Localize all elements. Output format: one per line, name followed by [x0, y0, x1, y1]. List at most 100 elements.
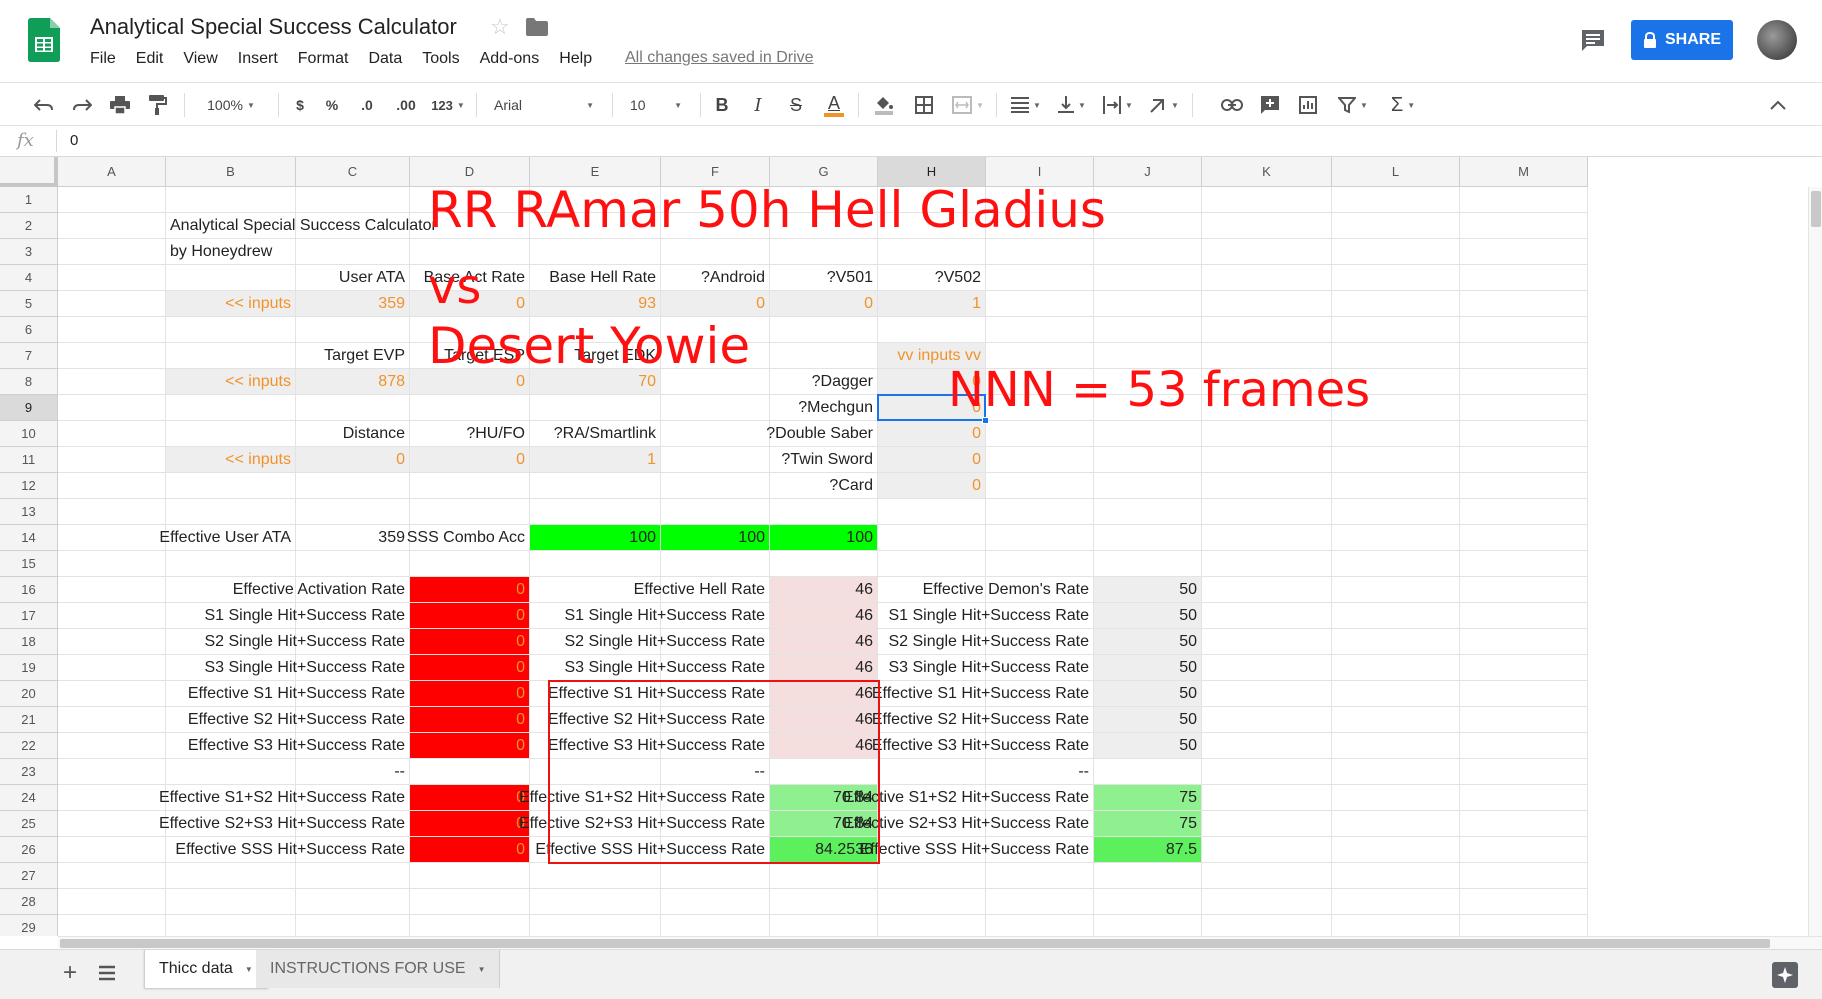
- grid-cell[interactable]: [1332, 785, 1460, 811]
- grid-cell[interactable]: [1094, 551, 1202, 577]
- cell-g5[interactable]: 0: [770, 291, 878, 317]
- grid-cell[interactable]: [986, 473, 1094, 499]
- cell-g16[interactable]: 46: [770, 577, 878, 603]
- grid-cell[interactable]: [661, 499, 770, 525]
- grid-cell[interactable]: [1202, 187, 1332, 213]
- cell-j18[interactable]: 50: [1094, 629, 1202, 655]
- cell-d24[interactable]: 0: [410, 785, 530, 811]
- grid-cell[interactable]: [1332, 213, 1460, 239]
- merge-cells-icon[interactable]: ▼: [948, 83, 988, 127]
- bold-button[interactable]: B: [708, 83, 736, 127]
- grid-cell[interactable]: [58, 473, 166, 499]
- cell-j17[interactable]: 50: [1094, 603, 1202, 629]
- grid-cell[interactable]: [1094, 421, 1202, 447]
- vertical-align-icon[interactable]: ▼: [1052, 83, 1092, 127]
- grid-cell[interactable]: [1202, 499, 1332, 525]
- percent-format-button[interactable]: %: [318, 83, 346, 127]
- grid-cell[interactable]: [1460, 265, 1588, 291]
- more-formats-button[interactable]: 123 ▼: [428, 83, 468, 127]
- grid-cell[interactable]: [166, 915, 296, 936]
- grid-cell[interactable]: [1332, 733, 1460, 759]
- grid-cell[interactable]: [1460, 603, 1588, 629]
- grid-cell[interactable]: [1332, 889, 1460, 915]
- cell-g9[interactable]: Mechgun?: [770, 395, 878, 421]
- grid-cell[interactable]: [58, 603, 166, 629]
- row-header-9[interactable]: 9: [0, 395, 58, 421]
- cell-g17[interactable]: 46: [770, 603, 878, 629]
- zoom-select[interactable]: 100% ▼: [196, 83, 266, 127]
- grid-cell[interactable]: [1332, 499, 1460, 525]
- horizontal-scroll-thumb[interactable]: [60, 939, 1770, 948]
- column-header-c[interactable]: C: [296, 157, 410, 187]
- menu-file[interactable]: File: [90, 50, 116, 70]
- grid-cell[interactable]: [770, 499, 878, 525]
- grid-cell[interactable]: [58, 369, 166, 395]
- formula-input[interactable]: 0: [70, 132, 78, 149]
- grid-cell[interactable]: [986, 265, 1094, 291]
- grid-cell[interactable]: [1202, 863, 1332, 889]
- grid-cell[interactable]: [1202, 525, 1332, 551]
- row-header-7[interactable]: 7: [0, 343, 58, 369]
- increase-decimal-button[interactable]: .00: [388, 83, 424, 127]
- grid-cell[interactable]: [1332, 239, 1460, 265]
- grid-cell[interactable]: [1460, 681, 1588, 707]
- column-header-l[interactable]: L: [1332, 157, 1460, 187]
- cell-f18[interactable]: S2 Single Hit+Success Rate: [564, 629, 770, 655]
- row-header-24[interactable]: 24: [0, 785, 58, 811]
- grid-cell[interactable]: [1460, 655, 1588, 681]
- comment-icon[interactable]: [1580, 28, 1606, 52]
- grid-cell[interactable]: [1332, 317, 1460, 343]
- grid-cell[interactable]: [878, 525, 986, 551]
- cell-i22[interactable]: Effective S3 Hit+Success Rate: [872, 733, 1094, 759]
- grid-cell[interactable]: [166, 889, 296, 915]
- grid-cell[interactable]: [530, 889, 661, 915]
- grid-cell[interactable]: [1460, 551, 1588, 577]
- grid-cell[interactable]: [1460, 811, 1588, 837]
- cell-d11[interactable]: 0: [410, 447, 530, 473]
- grid-cell[interactable]: [1460, 733, 1588, 759]
- grid-cell[interactable]: [166, 551, 296, 577]
- column-header-a[interactable]: A: [58, 157, 166, 187]
- cell-h12[interactable]: 0: [878, 473, 986, 499]
- grid-cell[interactable]: [58, 915, 166, 936]
- grid-cell[interactable]: [986, 239, 1094, 265]
- cell-f5[interactable]: 0: [661, 291, 770, 317]
- grid-cell[interactable]: [661, 889, 770, 915]
- cell-c20[interactable]: Effective S1 Hit+Success Rate: [188, 681, 410, 707]
- cell-i19[interactable]: S3 Single Hit+Success Rate: [888, 655, 1094, 681]
- cell-c11[interactable]: 0: [296, 447, 410, 473]
- grid-cell[interactable]: [1094, 915, 1202, 936]
- grid-cell[interactable]: [58, 551, 166, 577]
- grid-cell[interactable]: [1094, 499, 1202, 525]
- cell-b5[interactable]: inputs >>: [166, 291, 296, 317]
- cell-d14[interactable]: SSS Combo Acc: [407, 525, 530, 551]
- redo-icon[interactable]: [68, 83, 96, 127]
- cell-h11[interactable]: 0: [878, 447, 986, 473]
- cell-g8[interactable]: Dagger?: [770, 369, 878, 395]
- grid-cell[interactable]: [878, 889, 986, 915]
- grid-cell[interactable]: [58, 759, 166, 785]
- grid-cell[interactable]: [410, 473, 530, 499]
- insert-chart-icon[interactable]: [1294, 83, 1322, 127]
- cell-j16[interactable]: 50: [1094, 577, 1202, 603]
- grid-cell[interactable]: [166, 187, 296, 213]
- grid-cell[interactable]: [1094, 525, 1202, 551]
- grid-cell[interactable]: [661, 239, 770, 265]
- grid-cell[interactable]: [1094, 863, 1202, 889]
- grid-cell[interactable]: [166, 317, 296, 343]
- grid-cell[interactable]: [878, 915, 986, 936]
- grid-cell[interactable]: [878, 759, 986, 785]
- grid-cell[interactable]: [1094, 889, 1202, 915]
- grid-cell[interactable]: [166, 759, 296, 785]
- cell-c10[interactable]: Distance: [296, 421, 410, 447]
- cell-c23[interactable]: --: [296, 759, 410, 785]
- grid-cell[interactable]: [1332, 291, 1460, 317]
- cell-c19[interactable]: S3 Single Hit+Success Rate: [204, 655, 410, 681]
- grid-cell[interactable]: [1332, 447, 1460, 473]
- undo-icon[interactable]: [30, 83, 58, 127]
- cell-i18[interactable]: S2 Single Hit+Success Rate: [888, 629, 1094, 655]
- grid-cell[interactable]: [1332, 837, 1460, 863]
- grid-cell[interactable]: [296, 915, 410, 936]
- row-header-23[interactable]: 23: [0, 759, 58, 785]
- grid-cell[interactable]: [1460, 421, 1588, 447]
